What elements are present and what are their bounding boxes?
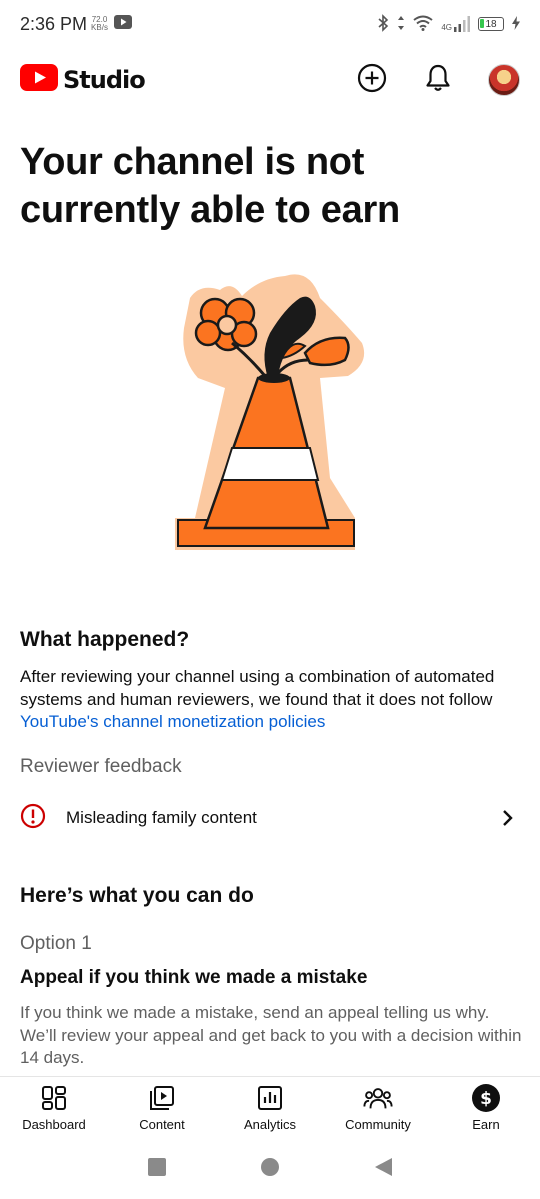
option-label: Option 1 [20, 933, 92, 954]
battery-level: 18 [485, 18, 497, 30]
content-icon [147, 1083, 177, 1113]
create-button[interactable] [356, 63, 388, 98]
traffic-cone-illustration [170, 268, 370, 558]
option-body: If you think we made a mistake, send an … [20, 1003, 522, 1067]
what-you-can-do-heading: Here’s what you can do [20, 884, 254, 907]
what-happened-body: After reviewing your channel using a com… [20, 666, 520, 734]
nav-label-analytics: Analytics [243, 1117, 297, 1132]
status-bar: 2:36 PM 72.0 KB/s 4G 18 [0, 0, 540, 48]
youtube-play-icon [20, 64, 58, 96]
avatar[interactable] [488, 64, 520, 96]
notifications-button[interactable] [422, 64, 454, 96]
analytics-icon [255, 1083, 285, 1113]
bell-icon [425, 63, 451, 98]
signal-icon: 4G [441, 16, 470, 32]
nav-label-community: Community [345, 1117, 411, 1132]
system-nav-bar [0, 1140, 540, 1199]
alert-icon [20, 803, 46, 834]
status-time: 2:36 PM [20, 13, 88, 34]
bluetooth-icon [377, 13, 389, 35]
nav-label-dashboard: Dashboard [22, 1117, 86, 1132]
what-happened-heading: What happened? [20, 628, 190, 651]
nav-item-analytics[interactable]: Analytics [216, 1077, 324, 1140]
create-icon [357, 63, 387, 98]
home-button[interactable] [260, 1157, 280, 1182]
nav-label-content: Content [139, 1117, 185, 1132]
nav-item-content[interactable]: Content [108, 1077, 216, 1140]
recents-button[interactable] [147, 1157, 167, 1182]
network-speed-unit: KB/s [91, 23, 108, 32]
youtube-studio-logo[interactable]: Studio [20, 64, 146, 96]
what-happened-text: After reviewing your channel using a com… [20, 667, 495, 709]
bottom-nav: Dashboard Content Analytics Community $ … [0, 1076, 540, 1140]
battery-indicator: 18 [478, 17, 504, 31]
back-button[interactable] [373, 1157, 393, 1182]
feedback-item-label: Misleading family content [66, 808, 257, 827]
earn-icon: $ [471, 1083, 501, 1113]
svg-text:$: $ [480, 1089, 492, 1109]
app-header: Studio [0, 56, 540, 104]
charging-icon [512, 15, 520, 33]
feedback-item[interactable]: Misleading family content [0, 796, 540, 840]
network-type-label: 4G [441, 23, 452, 32]
chevron-right-icon [496, 806, 520, 830]
option-title: Appeal if you think we made a mistake [20, 967, 368, 988]
reviewer-feedback-heading: Reviewer feedback [20, 756, 182, 777]
app-name: Studio [63, 66, 146, 94]
network-speed: 72.0 KB/s [91, 16, 108, 32]
nav-item-community[interactable]: Community [324, 1077, 432, 1140]
nav-label-earn: Earn [472, 1117, 500, 1132]
monetization-policies-link[interactable]: YouTube's channel monetization policies [20, 712, 325, 731]
page-title: Your channel is not currently able to ea… [20, 141, 400, 231]
nav-item-dashboard[interactable]: Dashboard [0, 1077, 108, 1140]
youtube-notification-icon [113, 14, 132, 34]
community-icon [363, 1083, 393, 1113]
nav-item-earn[interactable]: $ Earn [432, 1077, 540, 1140]
data-arrows-icon [397, 15, 405, 34]
dashboard-icon [39, 1083, 69, 1113]
wifi-icon [413, 15, 433, 34]
